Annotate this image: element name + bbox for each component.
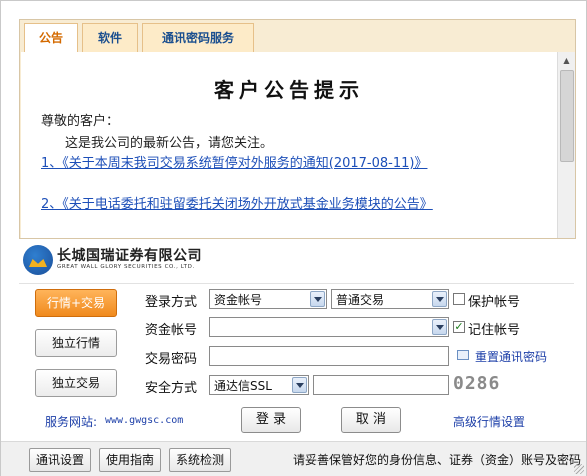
login-method-label: 登录方式 — [145, 295, 198, 310]
security-tip: 请妥善保管好您的身份信息、证券（资金）账号及密码 — [293, 453, 582, 467]
notice-panel: 公告 软件 通讯密码服务 客户公告提示 尊敬的客户： 这是我公司的最新公告，请您… — [19, 19, 576, 239]
chevron-down-icon[interactable] — [292, 377, 307, 393]
scrollbar-thumb[interactable] — [560, 70, 574, 162]
advanced-quote-settings-link[interactable]: 高级行情设置 — [453, 413, 525, 430]
notice-title: 客户公告提示 — [214, 78, 364, 102]
tab-comm-password-service[interactable]: 通讯密码服务 — [142, 23, 254, 52]
scroll-up-icon[interactable]: ▲ — [558, 52, 575, 69]
tab-announcement[interactable]: 公告 — [24, 23, 78, 53]
password-field[interactable] — [209, 346, 449, 366]
notice-link-1[interactable]: 1、《关于本周末我司交易系统暂停对外服务的通知(2017-08-11)》 — [41, 154, 531, 173]
security-label: 安全方式 — [145, 381, 198, 396]
login-window: 公告 软件 通讯密码服务 客户公告提示 尊敬的客户： 这是我公司的最新公告，请您… — [0, 0, 587, 476]
security-value: 通达信SSL — [214, 379, 272, 393]
notice-intro: 这是我公司的最新公告，请您关注。 — [65, 136, 274, 151]
system-check-button[interactable]: 系统检测 — [169, 448, 231, 472]
trade-type-select[interactable]: 普通交易 — [331, 289, 449, 309]
captcha-text: 0286 — [453, 373, 501, 394]
account-select[interactable] — [209, 317, 449, 337]
chevron-down-icon[interactable] — [432, 291, 447, 307]
resize-grip-icon[interactable] — [574, 464, 584, 474]
service-site-url[interactable]: www.gwgsc.com — [105, 415, 183, 426]
service-site-label: 服务网站: — [45, 415, 98, 429]
chevron-down-icon[interactable] — [310, 291, 325, 307]
company-emblem-icon — [23, 245, 53, 275]
notice-content: 客户公告提示 尊敬的客户： 这是我公司的最新公告，请您关注。 1、《关于本周末我… — [21, 52, 557, 238]
bottom-bar: 通讯设置 使用指南 系统检测 请妥善保管好您的身份信息、证券（资金）账号及密码 — [1, 441, 586, 476]
notice-tabs: 公告 软件 通讯密码服务 — [20, 20, 575, 53]
captcha-image[interactable]: 0286 — [453, 373, 509, 395]
chevron-down-icon[interactable] — [432, 319, 447, 335]
quotes-trade-button[interactable]: 行情+交易 — [35, 289, 117, 317]
company-name-cn: 长城国瑞证券有限公司 — [57, 248, 202, 264]
login-button[interactable]: 登 录 — [241, 407, 301, 433]
comm-settings-button[interactable]: 通讯设置 — [29, 448, 91, 472]
password-label: 交易密码 — [145, 352, 198, 367]
company-name-en: GREAT WALL GLORY SECURITIES CO., LTD. — [57, 264, 195, 270]
remember-account-checkbox[interactable]: ✓ — [453, 321, 465, 333]
protect-account-label: 保护帐号 — [468, 295, 521, 310]
account-label: 资金帐号 — [145, 323, 198, 338]
divider — [19, 283, 574, 284]
security-select[interactable]: 通达信SSL — [209, 375, 309, 395]
notice-link-2[interactable]: 2、《关于电话委托和驻留委托关闭场外开放式基金业务模块的公告》 — [41, 195, 531, 214]
notice-greeting: 尊敬的客户： — [41, 114, 120, 129]
independent-trade-button[interactable]: 独立交易 — [35, 369, 117, 397]
login-method-value: 资金帐号 — [214, 293, 263, 307]
reset-comm-password-link[interactable]: 重置通讯密码 — [475, 348, 547, 365]
independent-quotes-button[interactable]: 独立行情 — [35, 329, 117, 357]
trade-type-value: 普通交易 — [336, 293, 385, 307]
user-guide-button[interactable]: 使用指南 — [99, 448, 161, 472]
protect-account-checkbox[interactable] — [453, 293, 465, 305]
login-method-select[interactable]: 资金帐号 — [209, 289, 327, 309]
keyboard-icon[interactable] — [457, 350, 469, 360]
cancel-button[interactable]: 取 消 — [341, 407, 401, 433]
captcha-input[interactable] — [313, 375, 449, 395]
notice-scrollbar[interactable]: ▲ — [557, 52, 575, 238]
remember-account-label: 记住帐号 — [468, 323, 521, 338]
tab-software[interactable]: 软件 — [82, 23, 138, 52]
